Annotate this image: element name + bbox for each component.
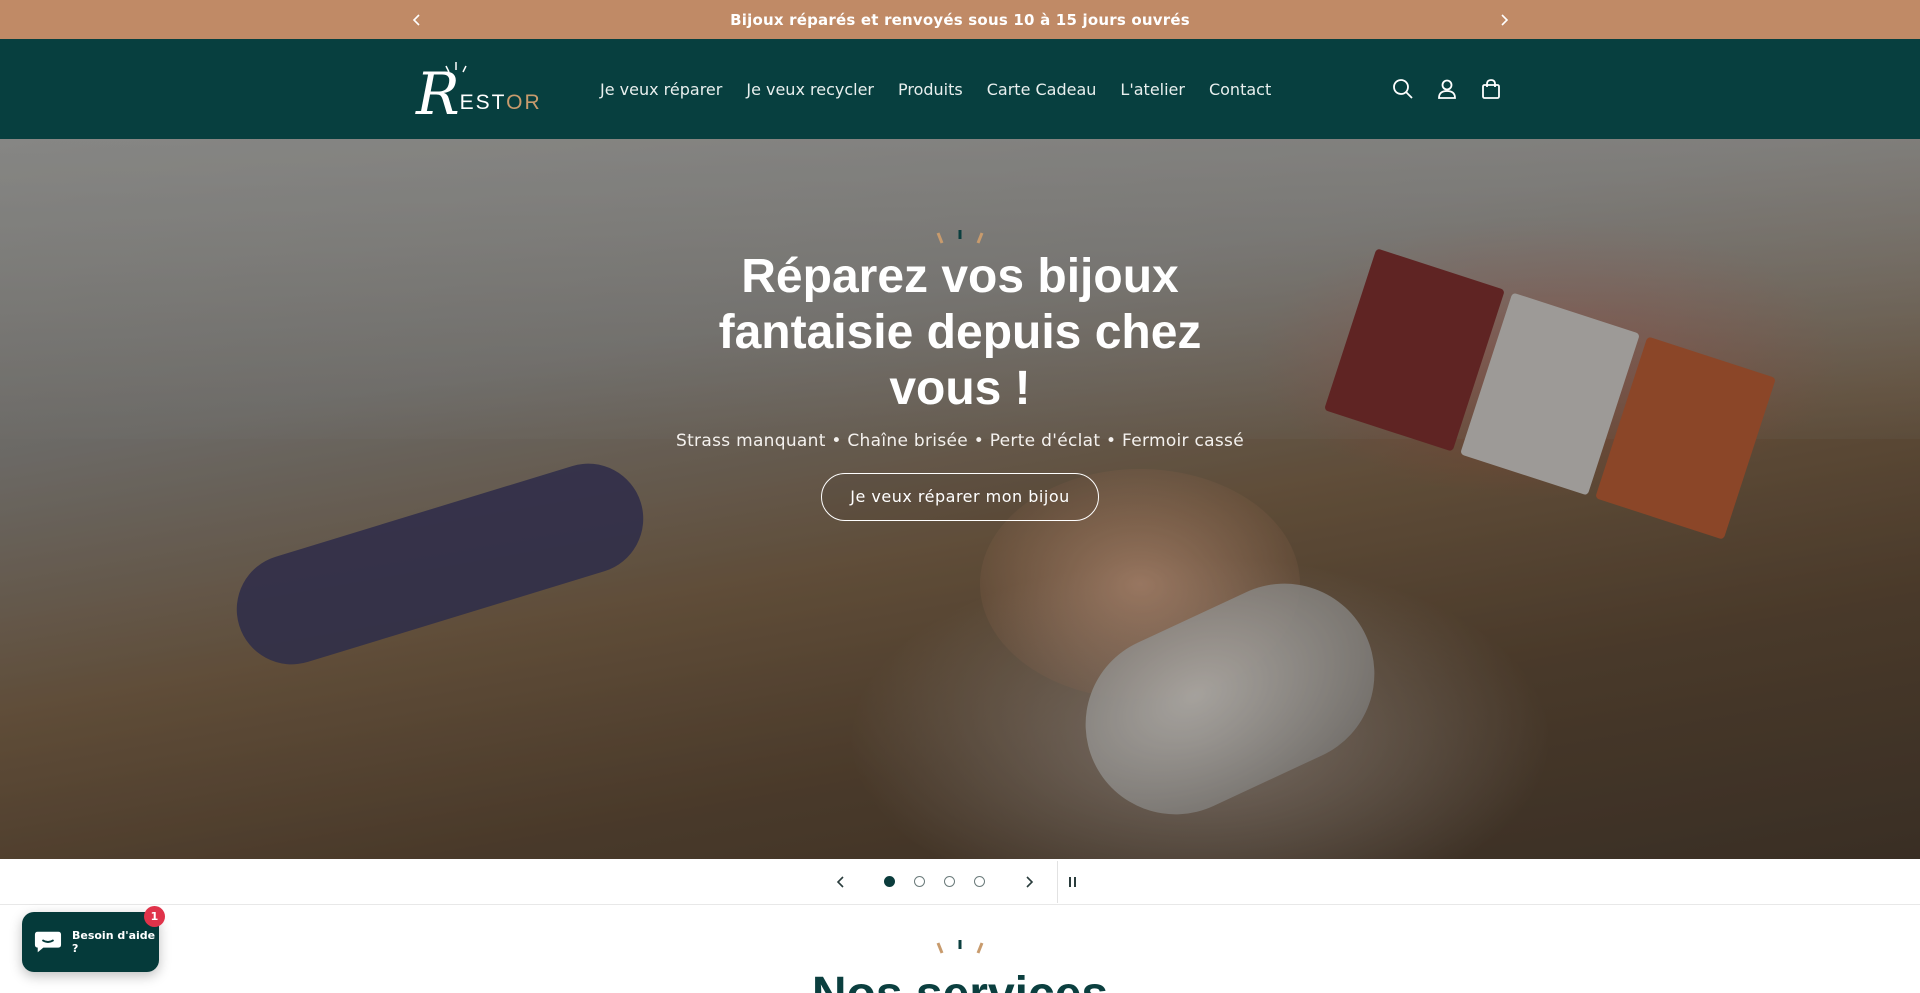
chat-notification-badge: 1 — [144, 906, 165, 927]
slide-dot-4[interactable] — [974, 876, 985, 887]
pause-icon — [1069, 877, 1076, 887]
nav-item-workshop[interactable]: L'atelier — [1108, 80, 1197, 99]
announcement-prev-button[interactable] — [403, 6, 431, 34]
logo-wordmark: ESTOR — [459, 91, 542, 114]
logo-letter: R — [416, 60, 460, 128]
controls-divider — [1057, 861, 1058, 903]
slide-next-button[interactable] — [1015, 868, 1043, 896]
site-header: R ESTOR Je veux réparer Je veux recycler… — [0, 39, 1920, 139]
slide-dot-3[interactable] — [944, 876, 955, 887]
decorative-rays-icon — [936, 940, 984, 954]
account-icon — [1438, 79, 1456, 99]
slide-pause-button[interactable] — [1059, 868, 1087, 896]
repair-cta-button[interactable]: Je veux réparer mon bijou — [821, 473, 1099, 521]
nav-item-recycle[interactable]: Je veux recycler — [734, 80, 886, 99]
nav-item-gift-card[interactable]: Carte Cadeau — [975, 80, 1109, 99]
nav-item-repair[interactable]: Je veux réparer — [588, 80, 734, 99]
restor-logo[interactable]: R ESTOR — [416, 59, 548, 129]
logo-rays-icon — [445, 62, 467, 73]
announcement-next-button[interactable] — [1490, 6, 1518, 34]
hero-slideshow: Réparez vos bijoux fantaisie depuis chez… — [0, 139, 1920, 859]
chevron-right-icon — [1501, 14, 1509, 26]
header-icons — [1390, 76, 1504, 102]
chevron-right-icon — [1026, 876, 1034, 888]
main-nav: Je veux réparer Je veux recycler Produit… — [588, 39, 1283, 139]
hero-subtitle: Strass manquant • Chaîne brisée • Perte … — [676, 431, 1244, 451]
account-button[interactable] — [1434, 76, 1460, 102]
decorative-rays-icon — [936, 230, 984, 244]
chat-label: Besoin d'aide ? — [71, 929, 156, 955]
announcement-bar: Bijoux réparés et renvoyés sous 10 à 15 … — [0, 0, 1920, 39]
slide-prev-button[interactable] — [827, 868, 855, 896]
search-button[interactable] — [1390, 76, 1416, 102]
slide-dot-2[interactable] — [914, 876, 925, 887]
chat-bubble-icon — [34, 931, 62, 953]
slideshow-controls — [0, 859, 1920, 905]
chevron-left-icon — [836, 876, 844, 888]
help-chat-button[interactable]: Besoin d'aide ? 1 — [22, 906, 165, 972]
slide-dot-1[interactable] — [884, 876, 895, 887]
services-title: Nos services — [0, 967, 1920, 993]
chevron-left-icon — [412, 14, 420, 26]
nav-item-contact[interactable]: Contact — [1197, 80, 1283, 99]
announcement-text: Bijoux réparés et renvoyés sous 10 à 15 … — [730, 10, 1190, 29]
search-icon — [1393, 79, 1413, 99]
services-section: Nos services — [0, 905, 1920, 993]
nav-item-products[interactable]: Produits — [886, 80, 975, 99]
cart-icon — [1482, 79, 1500, 99]
cart-button[interactable] — [1478, 76, 1504, 102]
hero-content: Réparez vos bijoux fantaisie depuis chez… — [560, 229, 1360, 521]
hero-title: Réparez vos bijoux fantaisie depuis chez… — [718, 250, 1202, 415]
